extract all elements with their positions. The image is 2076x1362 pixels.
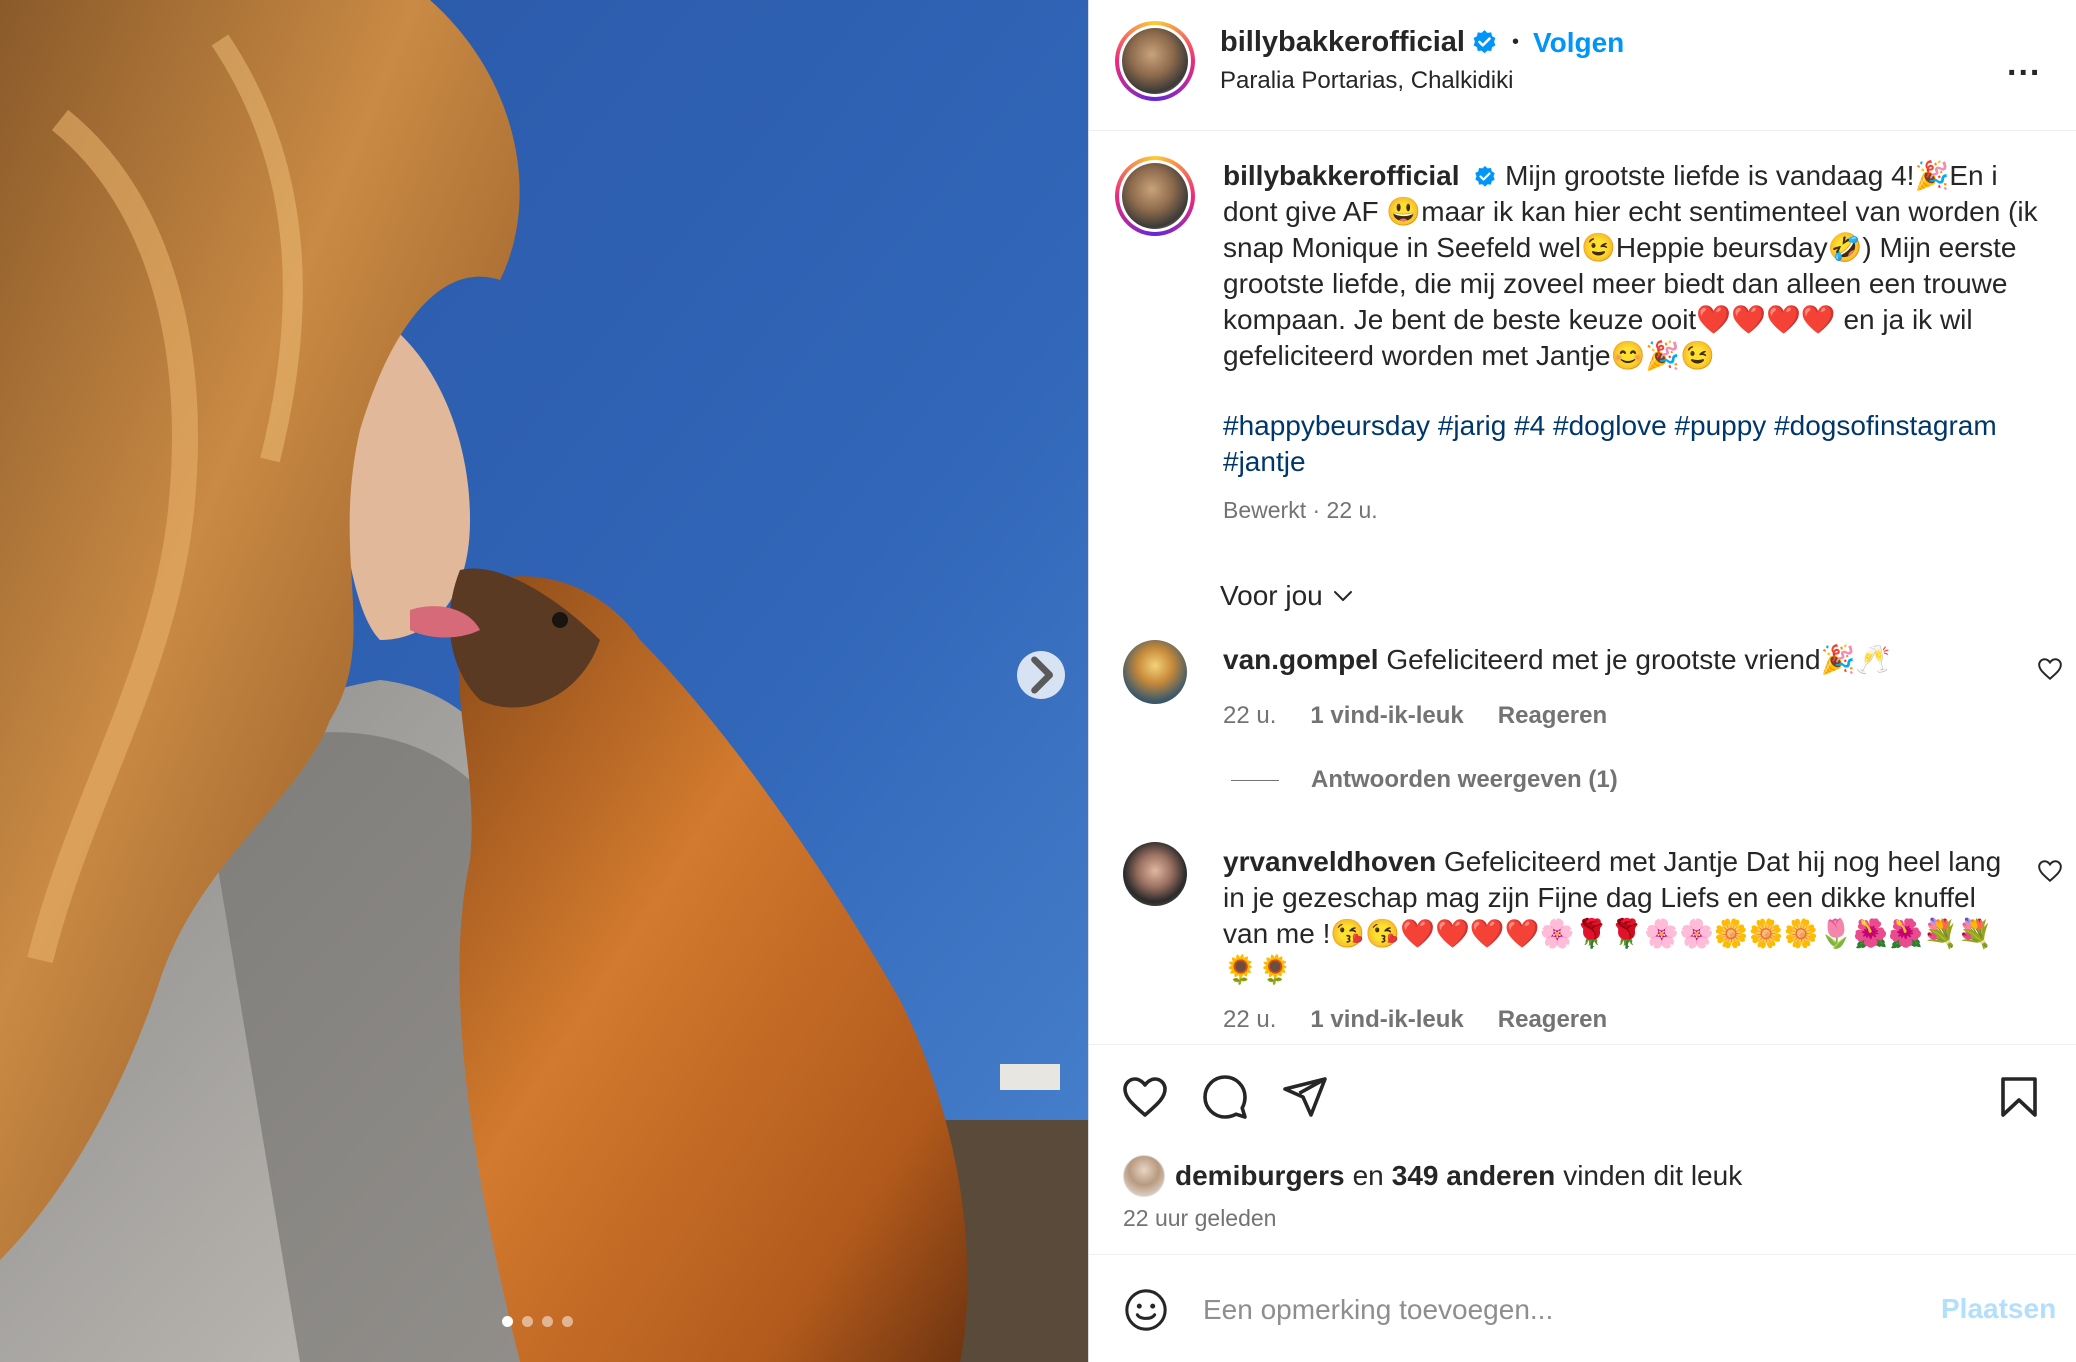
chevron-right-icon <box>1031 656 1053 694</box>
more-icon: ... <box>2007 45 2042 83</box>
view-replies-button[interactable]: Antwoorden weergeven (1) <box>1231 766 1618 794</box>
commenter-avatar[interactable] <box>1123 842 1187 906</box>
caption-meta: Bewerkt · 22 u. <box>1223 497 1378 523</box>
comment-sort-dropdown[interactable]: Voor jou <box>1220 580 1355 612</box>
share-icon[interactable] <box>1281 1073 1329 1121</box>
comment-time: 22 u. <box>1223 1006 1277 1033</box>
liker-avatar[interactable] <box>1123 1155 1165 1197</box>
carousel-dot <box>562 1316 573 1327</box>
carousel-dot <box>522 1316 533 1327</box>
likes-others[interactable]: 349 anderen <box>1392 1160 1555 1192</box>
post-location[interactable]: Paralia Portarias, Chalkidiki <box>1220 67 1513 95</box>
sort-label: Voor jou <box>1220 580 1323 611</box>
avatar-image <box>1122 163 1188 229</box>
verified-badge-icon <box>1473 30 1496 54</box>
header-line: billybakkerofficial • Volgen <box>1220 26 1624 59</box>
follow-button[interactable]: Volgen <box>1533 27 1624 59</box>
instagram-post-view: billybakkerofficial • Volgen Paralia Por… <box>0 0 2076 1362</box>
header-separator: • <box>1512 31 1520 53</box>
author-avatar[interactable] <box>1115 21 1195 101</box>
likes-summary: demiburgers en 349 anderen vinden dit le… <box>1123 1155 1742 1197</box>
liker-username[interactable]: demiburgers <box>1175 1160 1345 1192</box>
post-actions: demiburgers en 349 anderen vinden dit le… <box>1089 1044 2076 1255</box>
bookmark-icon[interactable] <box>1995 1073 2043 1121</box>
author-username[interactable]: billybakkerofficial <box>1220 26 1465 59</box>
more-options-button[interactable]: ... <box>2007 45 2041 84</box>
comment-text: Gefeliciteerd met je grootste vriend🎉🥂 <box>1386 644 1891 675</box>
reply-button[interactable]: Reageren <box>1498 702 1607 730</box>
comment-body: yrvanveldhoven Gefeliciteerd met Jantje … <box>1223 844 2003 988</box>
caption-avatar[interactable] <box>1115 156 1195 236</box>
post-photo <box>0 0 1088 1362</box>
carousel-indicator <box>502 1316 573 1327</box>
post-caption: billybakkerofficial Mijn grootste liefde… <box>1223 158 2043 528</box>
comment-bar: Plaatsen <box>1089 1254 2076 1362</box>
likes-connector: en <box>1352 1160 1384 1191</box>
comment-input[interactable] <box>1201 1285 1905 1335</box>
carousel-dot <box>542 1316 553 1327</box>
post-comment-button[interactable]: Plaatsen <box>1941 1293 2056 1325</box>
next-image-button[interactable] <box>1017 651 1065 699</box>
avatar-image <box>1122 28 1188 94</box>
comment-like-button[interactable] <box>2037 858 2063 884</box>
comment-time: 22 u. <box>1223 702 1277 729</box>
caption-username[interactable]: billybakkerofficial <box>1223 160 1460 191</box>
replies-divider <box>1231 779 1279 781</box>
verified-badge-icon <box>1475 166 1496 187</box>
post-header: billybakkerofficial • Volgen Paralia Por… <box>1089 0 2076 131</box>
commenter-username[interactable]: van.gompel <box>1223 644 1379 675</box>
comment-like-button[interactable] <box>2037 656 2063 682</box>
comment-icon[interactable] <box>1201 1073 1249 1121</box>
heart-icon[interactable] <box>1121 1073 1169 1121</box>
comment-body: van.gompel Gefeliciteerd met je grootste… <box>1223 642 2003 678</box>
comment-meta: 22 u. 1 vind-ik-leuk Reageren <box>1223 702 1607 730</box>
commenter-username[interactable]: yrvanveldhoven <box>1223 846 1436 877</box>
comment-meta: 22 u. 1 vind-ik-leuk Reageren <box>1223 1006 1607 1034</box>
reply-button[interactable]: Reageren <box>1498 1006 1607 1034</box>
photo-illustration <box>0 0 1088 1362</box>
carousel-dot <box>502 1316 513 1327</box>
likes-suffix: vinden dit leuk <box>1563 1160 1743 1191</box>
caption-text: Mijn grootste liefde is vandaag 4!🎉En i … <box>1223 160 2038 371</box>
emoji-icon[interactable] <box>1123 1287 1169 1333</box>
comment-like-count[interactable]: 1 vind-ik-leuk <box>1310 702 1463 730</box>
comment-like-count[interactable]: 1 vind-ik-leuk <box>1310 1006 1463 1034</box>
post-side-panel: billybakkerofficial • Volgen Paralia Por… <box>1088 0 2076 1362</box>
caption-hashtags[interactable]: #happybeursday #jarig #4 #doglove #puppy… <box>1223 408 2043 480</box>
chevron-down-icon <box>1333 591 1352 601</box>
view-replies-label: Antwoorden weergeven (1) <box>1311 766 1618 793</box>
post-timestamp[interactable]: 22 uur geleden <box>1123 1205 1276 1232</box>
commenter-avatar[interactable] <box>1123 640 1187 704</box>
